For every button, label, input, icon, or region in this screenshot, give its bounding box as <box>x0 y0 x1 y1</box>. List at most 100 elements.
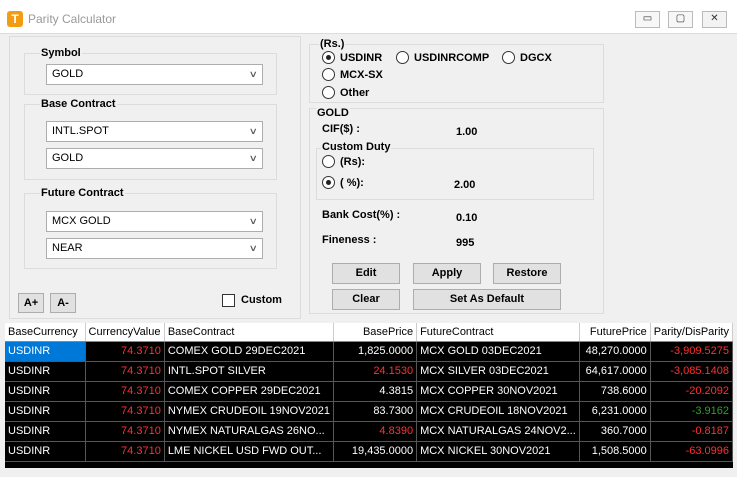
set-as-default-button[interactable]: Set As Default <box>413 289 561 310</box>
col-base-contract[interactable]: BaseContract <box>164 323 335 342</box>
table-cell[interactable]: COMEX COPPER 29DEC2021 <box>164 381 335 402</box>
base-contract-label: Base Contract <box>40 98 117 110</box>
currency-label: (Rs.) <box>319 38 346 50</box>
radio-duty-rs[interactable]: (Rs): <box>322 155 365 168</box>
radio-duty-pct[interactable]: ( %): <box>322 176 364 189</box>
table-row[interactable]: USDINR 74.3710 INTL.SPOT SILVER 24.1530 MCX … <box>5 361 734 382</box>
radio-icon <box>322 155 335 168</box>
table-cell[interactable]: 64,617.0000 <box>579 361 651 382</box>
table-cell[interactable]: LME NICKEL USD FWD OUT... <box>164 441 335 462</box>
parity-table: BaseCurrency CurrencyValue BaseContract … <box>5 323 734 462</box>
font-decrease-button[interactable]: A- <box>50 293 76 313</box>
edit-button[interactable]: Edit <box>332 263 400 284</box>
radio-dgcx[interactable]: DGCX <box>502 51 552 64</box>
minimize-button[interactable]: ▭ <box>635 11 660 28</box>
col-base-currency[interactable]: BaseCurrency <box>5 323 86 342</box>
table-row[interactable]: USDINR 74.3710 NYMEX CRUDEOIL 19NOV2021 83.… <box>5 401 734 422</box>
table-cell[interactable]: 83.7300 <box>333 401 418 422</box>
title-bar: T Parity Calculator ▭ ▢ ✕ <box>0 0 737 34</box>
table-row[interactable]: USDINR 74.3710 COMEX GOLD 29DEC2021 1,825.0… <box>5 341 734 362</box>
fineness-value: 995 <box>456 237 475 249</box>
close-button[interactable]: ✕ <box>702 11 727 28</box>
table-cell[interactable]: 74.3710 <box>85 381 165 402</box>
table-cell[interactable]: MCX NICKEL 30NOV2021 <box>416 441 580 462</box>
radio-usdinrcomp[interactable]: USDINRCOMP <box>396 51 489 64</box>
table-cell[interactable]: 48,270.0000 <box>579 341 651 362</box>
duty-pct-value: 2.00 <box>454 179 476 191</box>
table-cell[interactable]: USDINR <box>5 361 86 382</box>
clear-button[interactable]: Clear <box>332 289 400 310</box>
custom-checkbox[interactable] <box>222 294 235 307</box>
future-contract-value-2: NEAR <box>52 242 83 254</box>
symbol-value: GOLD <box>52 68 84 80</box>
radio-icon <box>502 51 515 64</box>
font-increase-button[interactable]: A+ <box>18 293 44 313</box>
table-cell[interactable]: 74.3710 <box>85 401 165 422</box>
table-row[interactable]: USDINR 74.3710 NYMEX NATURALGAS 26NO... 4.8… <box>5 421 734 442</box>
col-base-price[interactable]: BasePrice <box>333 323 418 342</box>
table-cell[interactable]: -20.2092 <box>650 381 734 402</box>
base-contract-dropdown-2[interactable]: GOLD ∨ <box>46 148 263 169</box>
table-cell[interactable]: 6,231.0000 <box>579 401 651 422</box>
table-cell[interactable]: -3.9162 <box>650 401 734 422</box>
chevron-down-icon: ∨ <box>249 69 259 79</box>
table-cell[interactable]: 4.8390 <box>333 421 418 442</box>
table-cell[interactable]: -0.8187 <box>650 421 734 442</box>
radio-usdinr[interactable]: USDINR <box>322 51 382 64</box>
radio-other[interactable]: Other <box>322 86 369 99</box>
future-contract-dropdown-1[interactable]: MCX GOLD ∨ <box>46 211 263 232</box>
table-cell[interactable]: USDINR <box>5 381 86 402</box>
maximize-button[interactable]: ▢ <box>668 11 693 28</box>
table-cell[interactable]: 1,825.0000 <box>333 341 418 362</box>
base-contract-value-2: GOLD <box>52 152 84 164</box>
restore-button[interactable]: Restore <box>493 263 561 284</box>
col-future-contract[interactable]: FutureContract <box>416 323 580 342</box>
table-cell[interactable]: USDINR <box>5 441 86 462</box>
table-cell[interactable]: NYMEX CRUDEOIL 19NOV2021 <box>164 401 335 422</box>
apply-button[interactable]: Apply <box>413 263 481 284</box>
table-cell[interactable]: 4.3815 <box>333 381 418 402</box>
table-cell[interactable]: MCX NATURALGAS 24NOV2... <box>416 421 580 442</box>
table-cell[interactable]: COMEX GOLD 29DEC2021 <box>164 341 335 362</box>
table-cell[interactable]: 1,508.5000 <box>579 441 651 462</box>
table-row[interactable]: USDINR 74.3710 COMEX COPPER 29DEC2021 4.381… <box>5 381 734 402</box>
app-icon: T <box>7 11 23 27</box>
close-icon: ✕ <box>710 13 719 24</box>
table-cell[interactable]: USDINR <box>5 341 86 362</box>
col-parity[interactable]: Parity/DisParity <box>650 323 734 342</box>
table-cell[interactable]: MCX SILVER 03DEC2021 <box>416 361 580 382</box>
table-cell[interactable]: 74.3710 <box>85 421 165 442</box>
col-currency-value[interactable]: CurrencyValue <box>85 323 165 342</box>
table-cell[interactable]: USDINR <box>5 421 86 442</box>
table-cell[interactable]: 74.3710 <box>85 361 165 382</box>
table-row[interactable]: USDINR 74.3710 LME NICKEL USD FWD OUT... 19… <box>5 441 734 462</box>
table-cell[interactable]: -3,909.5275 <box>650 341 734 362</box>
table-cell[interactable]: NYMEX NATURALGAS 26NO... <box>164 421 335 442</box>
table-cell[interactable]: 19,435.0000 <box>333 441 418 462</box>
chevron-down-icon: ∨ <box>249 243 259 253</box>
parity-grid[interactable]: BaseCurrency CurrencyValue BaseContract … <box>5 323 734 468</box>
fineness-label: Fineness : <box>322 234 377 246</box>
custom-duty-label: Custom Duty <box>321 141 392 153</box>
base-contract-dropdown-1[interactable]: INTL.SPOT ∨ <box>46 121 263 142</box>
radio-icon <box>322 68 335 81</box>
table-cell[interactable]: 74.3710 <box>85 341 165 362</box>
table-cell[interactable]: USDINR <box>5 401 86 422</box>
symbol-dropdown[interactable]: GOLD ∨ <box>46 64 263 85</box>
col-future-price[interactable]: FuturePrice <box>579 323 651 342</box>
radio-mcx-sx[interactable]: MCX-SX <box>322 68 383 81</box>
future-contract-dropdown-2[interactable]: NEAR ∨ <box>46 238 263 259</box>
table-cell[interactable]: MCX GOLD 03DEC2021 <box>416 341 580 362</box>
table-cell[interactable]: 74.3710 <box>85 441 165 462</box>
bank-cost-label: Bank Cost(%) : <box>322 209 401 221</box>
table-cell[interactable]: 360.7000 <box>579 421 651 442</box>
table-cell[interactable]: INTL.SPOT SILVER <box>164 361 335 382</box>
table-cell[interactable]: MCX CRUDEOIL 18NOV2021 <box>416 401 580 422</box>
table-cell[interactable]: -63.0996 <box>650 441 734 462</box>
radio-usdinrcomp-label: USDINRCOMP <box>414 51 490 64</box>
table-cell[interactable]: -3,085.1408 <box>650 361 734 382</box>
minimize-icon: ▭ <box>642 13 653 24</box>
table-cell[interactable]: 24.1530 <box>333 361 418 382</box>
table-cell[interactable]: MCX COPPER 30NOV2021 <box>416 381 580 402</box>
table-cell[interactable]: 738.6000 <box>579 381 651 402</box>
